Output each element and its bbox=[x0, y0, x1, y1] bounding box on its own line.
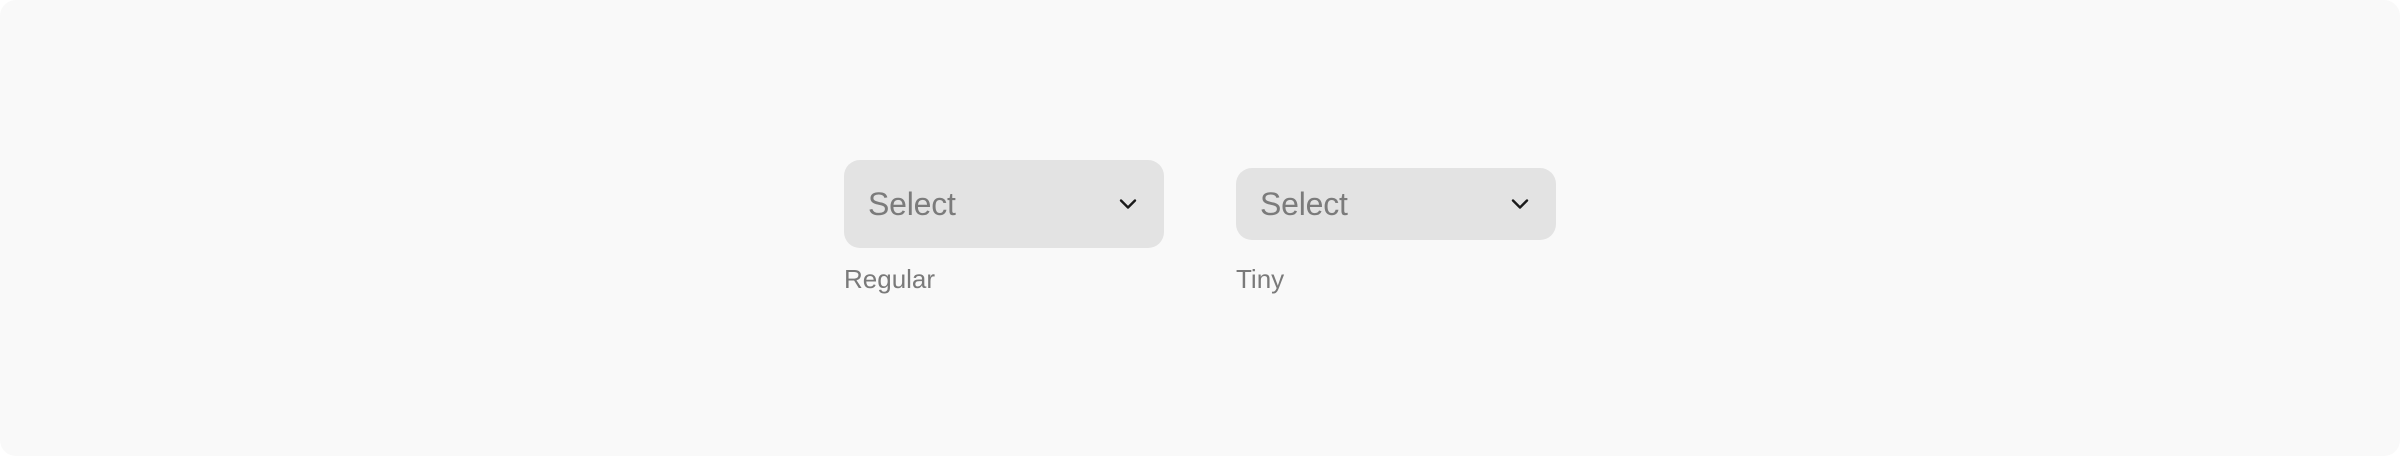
variant-caption-regular: Regular bbox=[844, 264, 936, 294]
component-preview-canvas: Select Regular Select Tiny bbox=[0, 0, 2400, 456]
select-placeholder: Select bbox=[1260, 186, 1348, 222]
chevron-down-icon bbox=[1508, 192, 1532, 216]
select-variant-regular: Select Regular bbox=[844, 160, 1164, 292]
select-dropdown-tiny[interactable]: Select bbox=[1236, 168, 1556, 240]
variant-caption-tiny: Tiny bbox=[1236, 264, 1285, 294]
chevron-down-icon bbox=[1116, 192, 1140, 216]
select-placeholder: Select bbox=[868, 186, 956, 222]
select-variant-tiny: Select Tiny bbox=[1236, 168, 1556, 292]
select-dropdown-regular[interactable]: Select bbox=[844, 160, 1164, 248]
